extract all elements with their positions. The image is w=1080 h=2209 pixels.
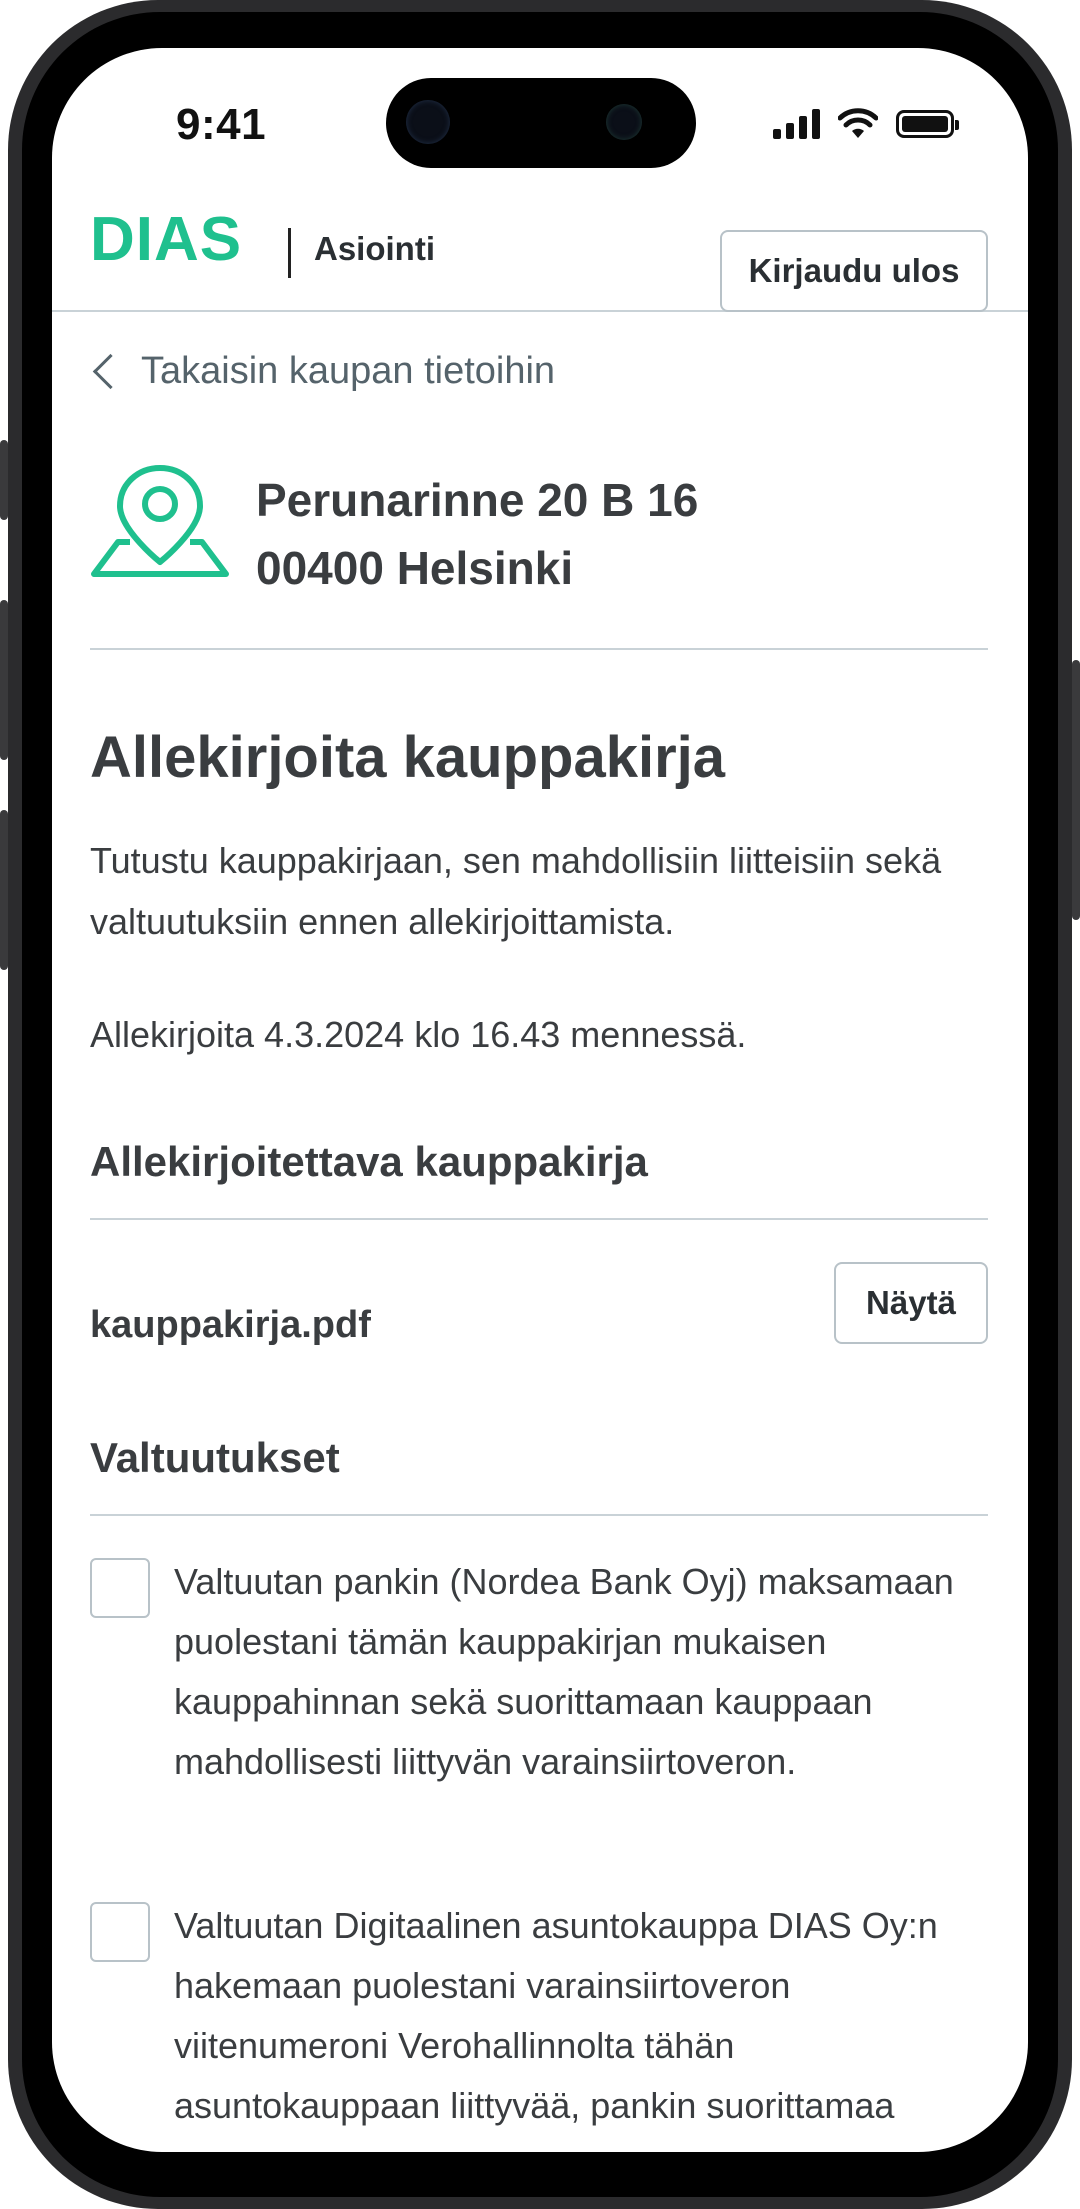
authorization-text: Valtuutan pankin (Nordea Bank Oyj) maksa… (174, 1561, 954, 1782)
logout-button[interactable]: Kirjaudu ulos (720, 230, 988, 312)
page-title: Allekirjoita kauppakirja (90, 725, 726, 790)
intro-text: Tutustu kauppakirjaan, sen mahdollisiin … (90, 840, 942, 942)
status-icons (773, 104, 959, 144)
app-header: DIAS Asiointi Kirjaudu ulos (52, 188, 1028, 312)
authorizations-title: Valtuutukset (90, 1434, 340, 1481)
sensor (606, 104, 642, 140)
address-street: Perunarinne 20 B 16 (256, 474, 699, 526)
chevron-left-icon (92, 353, 129, 390)
volume-up-button (0, 600, 8, 760)
volume-down-button (0, 810, 8, 970)
authorization-checkbox[interactable] (90, 1558, 150, 1618)
property-address: Perunarinne 20 B 16 00400 Helsinki (90, 458, 990, 618)
battery-icon (896, 110, 959, 138)
address-city: 00400 Helsinki (256, 542, 574, 594)
document-section-title: Allekirjoitettava kauppakirja (90, 1138, 648, 1185)
authorization-checkbox[interactable] (90, 1902, 150, 1962)
service-name: Asiointi (314, 230, 435, 267)
show-document-button[interactable]: Näytä (834, 1262, 988, 1344)
mute-switch (0, 440, 8, 520)
screen: 9:41 DIAS Asiointi Kirjaudu ulos Takaisi… (52, 48, 1028, 2152)
divider (90, 1514, 988, 1516)
cellular-signal-icon (773, 109, 820, 139)
dias-logo[interactable]: DIAS (90, 204, 242, 275)
deadline-text: Allekirjoita 4.3.2024 klo 16.43 mennessä… (90, 1014, 747, 1055)
camera-lens (406, 100, 450, 144)
status-time: 9:41 (176, 100, 267, 149)
dynamic-island (386, 78, 696, 168)
logo-divider (288, 228, 291, 278)
wifi-icon (838, 108, 878, 138)
file-name: kauppakirja.pdf (90, 1304, 371, 1346)
authorization-text: Valtuutan Digitaalinen asuntokauppa DIAS… (174, 1905, 938, 2126)
power-button (1072, 660, 1080, 920)
back-link[interactable]: Takaisin kaupan tietoihin (90, 350, 555, 393)
divider (90, 1218, 988, 1220)
back-link-label: Takaisin kaupan tietoihin (141, 350, 556, 392)
location-pin-icon (91, 465, 229, 577)
divider (90, 648, 988, 650)
address-lines: Perunarinne 20 B 16 00400 Helsinki (256, 466, 698, 602)
